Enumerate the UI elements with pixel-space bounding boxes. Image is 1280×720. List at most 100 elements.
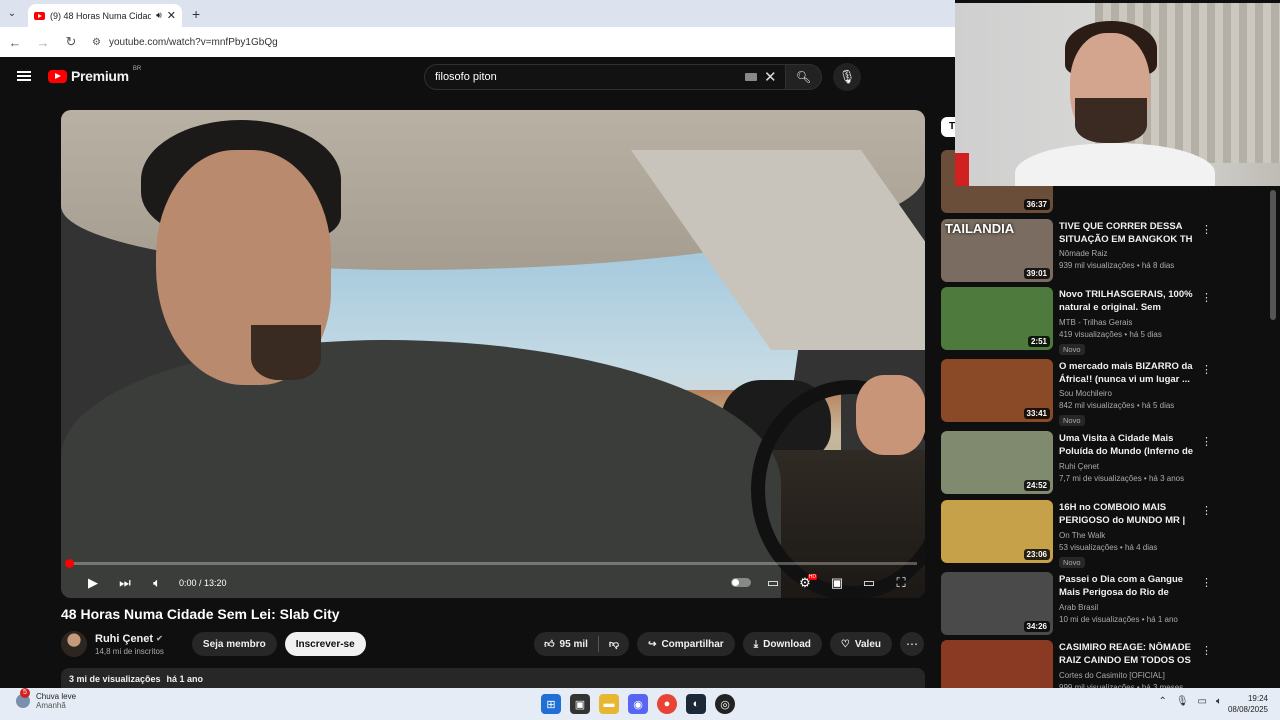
file-explorer-icon[interactable]: ▬ [599,694,619,714]
reload-icon[interactable]: ↻ [64,34,78,50]
more-options-icon[interactable]: ⋮ [1201,223,1212,236]
tab-search-icon[interactable]: ⌄ [0,0,24,27]
recommendation-title[interactable]: 16H no COMBOIO MAIS PERIGOSO do MUNDO MR… [1059,502,1199,528]
recommendation-channel[interactable]: Arab Brasil [1059,603,1098,612]
subscribe-button[interactable]: Inscrever-se [284,632,366,656]
theater-mode-icon[interactable]: ▭ [853,571,885,595]
scrubber-handle[interactable] [65,559,74,568]
weather-widget[interactable]: 5 Chuva leve Amanhã [16,688,76,710]
dislike-button[interactable]: 👎︎ [599,632,629,656]
keyboard-icon[interactable] [745,73,757,81]
browser-tab-youtube[interactable]: (9) 48 Horas Numa Cidade 🔊︎ ✕ [28,4,182,27]
obs-icon[interactable]: ◎ [715,694,735,714]
video-thumbnail[interactable]: TAILANDIA 39:01 [941,219,1053,282]
video-duration: 33:41 [1023,408,1050,419]
recommendation-channel[interactable]: On The Walk [1059,531,1105,540]
voice-search-button[interactable]: 🎙︎ [833,63,861,91]
fullscreen-icon[interactable]: ⛶ [885,571,917,595]
settings-gear-icon[interactable]: ⚙ HD [789,571,821,595]
more-options-icon[interactable]: ⋮ [1201,435,1212,448]
more-options-icon[interactable]: ⋮ [1201,576,1212,589]
logo-text: Premium [71,68,129,84]
recommendation-item[interactable]: 34:26 Passei o Dia com a Gangue Mais Peri… [941,572,1212,636]
windows-start-icon[interactable]: ⊞ [541,694,561,714]
address-bar: ← → ↻ ⚙ youtube.com/watch?v=mnfPby1GbQg [0,27,955,57]
new-badge: Novo [1059,557,1085,568]
task-view-icon[interactable]: ▣ [570,694,590,714]
recommendation-item[interactable]: 33:41 O mercado mais BIZARRO da África!! … [941,359,1212,426]
progress-bar[interactable] [65,559,917,568]
like-dislike-group: 👍︎ 95 mil 👎︎ [534,632,630,656]
channel-name[interactable]: Ruhi Çenet [95,633,153,645]
share-label: Compartilhar [661,638,724,650]
clear-search-icon[interactable]: ✕ [764,68,777,86]
autoplay-toggle[interactable] [731,578,751,587]
recommendation-item[interactable]: TAILANDIA 39:01 TIVE QUE CORRER DESSA SITU… [941,219,1212,283]
thanks-button[interactable]: ♡ Valeu [829,632,892,656]
more-actions-icon[interactable]: ⋯ [900,632,924,656]
steam-icon[interactable]: ◐ [686,694,706,714]
video-thumbnail[interactable]: 34:26 [941,572,1053,635]
more-options-icon[interactable]: ⋮ [1201,291,1212,304]
recommendation-title[interactable]: TIVE QUE CORRER DESSA SITUAÇÃO EM BANGKO… [1059,221,1199,246]
recommendation-title[interactable]: CASIMIRO REAGE: NÔMADE RAIZ CAINDO EM TO… [1059,642,1199,668]
youtube-premium-logo[interactable]: Premium BR [48,66,141,84]
url-field[interactable]: youtube.com/watch?v=mnfPby1GbQg [109,37,278,48]
network-icon[interactable]: ▭ [1198,696,1207,707]
download-icon: ⤓ [753,638,759,650]
thumbnail-overlay-text: TAILANDIA [945,221,1015,236]
volume-tray-icon[interactable]: 🔈︎ [1216,696,1222,707]
speaker-icon[interactable]: 🔊︎ [156,10,162,21]
recommendation-channel[interactable]: Cortes do Casimito [OFICIAL] [1059,671,1165,680]
taskbar-clock[interactable]: 19:24 08/08/2025 [1228,693,1268,715]
join-button[interactable]: Seja membro [191,632,277,656]
video-player[interactable]: ▶ ⏭︎ 🔈︎ 0:00 / 13:20 ▭ ⚙ HD ▣ ▭ ⛶ [61,110,925,598]
like-button[interactable]: 👍︎ 95 mil [534,632,598,656]
download-button[interactable]: ⤓ Download [742,632,822,656]
more-options-icon[interactable]: ⋮ [1201,504,1212,517]
more-options-icon[interactable]: ⋮ [1201,363,1212,376]
subtitles-icon[interactable]: ▭ [757,571,789,595]
recommendation-channel[interactable]: Ruhi Çenet [1059,462,1099,471]
new-badge: Novo [1059,344,1085,355]
recommendation-title[interactable]: Novo TRILHASGERAIS, 100% natural e origi… [1059,289,1199,315]
recommendation-item[interactable]: 23:06 16H no COMBOIO MAIS PERIGOSO do MUN… [941,500,1212,568]
recommendation-item[interactable]: 24:52 Uma Visita à Cidade Mais Poluída do… [941,431,1212,495]
youtube-masthead: Premium BR filosofo piton ✕ 🔍︎ 🎙︎ [0,57,955,97]
recommendation-title[interactable]: Uma Visita à Cidade Mais Poluída do Mund… [1059,433,1199,459]
forward-arrow-icon[interactable]: → [36,35,50,50]
recommendation-channel[interactable]: MTB - Trilhas Gerais [1059,318,1132,327]
video-thumbnail[interactable]: 2:51 [941,287,1053,350]
miniplayer-icon[interactable]: ▣ [821,571,853,595]
filter-chip[interactable]: T [941,117,955,137]
more-options-icon[interactable]: ⋮ [1201,644,1212,657]
sidebar-scrollbar[interactable] [1270,190,1276,320]
back-arrow-icon[interactable]: ← [8,35,22,50]
recommendation-title[interactable]: Passei o Dia com a Gangue Mais Perigosa … [1059,574,1199,600]
recommendation-item[interactable]: 2:51 Novo TRILHASGERAIS, 100% natural e o… [941,287,1212,355]
chevron-up-icon[interactable]: ⌃ [1158,696,1166,707]
video-thumbnail[interactable]: 24:52 [941,431,1053,494]
recommendation-channel[interactable]: Sou Mochileiro [1059,389,1112,398]
share-button[interactable]: ↪ Compartilhar [637,632,735,656]
recommendation-channel[interactable]: Nômade Raiz [1059,249,1107,258]
video-thumbnail[interactable]: 33:41 [941,359,1053,422]
menu-icon[interactable] [17,71,31,81]
close-tab-icon[interactable]: ✕ [167,9,176,22]
video-thumbnail[interactable]: 23:06 [941,500,1053,563]
microphone-tray-icon[interactable]: 🎙︎ [1176,696,1189,707]
volume-icon[interactable]: 🔈︎ [141,571,173,595]
new-tab-icon[interactable]: + [192,6,200,22]
search-button[interactable]: 🔍︎ [786,64,822,90]
taskbar-apps: ⊞ ▣ ▬ ◉ ● ◐ ◎ [541,694,735,714]
recommendation-title[interactable]: O mercado mais BIZARRO da África!! (nunc… [1059,361,1199,386]
channel-avatar[interactable] [61,631,87,657]
play-icon[interactable]: ▶ [77,571,109,595]
search-input[interactable]: filosofo piton ✕ [424,64,786,90]
site-info-icon[interactable]: ⚙ [92,37,101,48]
next-icon[interactable]: ⏭︎ [109,571,141,595]
discord-icon[interactable]: ◉ [628,694,648,714]
system-tray: ⌃ 🎙︎ ▭ 🔈︎ [1158,696,1222,707]
like-count: 95 mil [559,638,588,650]
chrome-icon[interactable]: ● [657,694,677,714]
